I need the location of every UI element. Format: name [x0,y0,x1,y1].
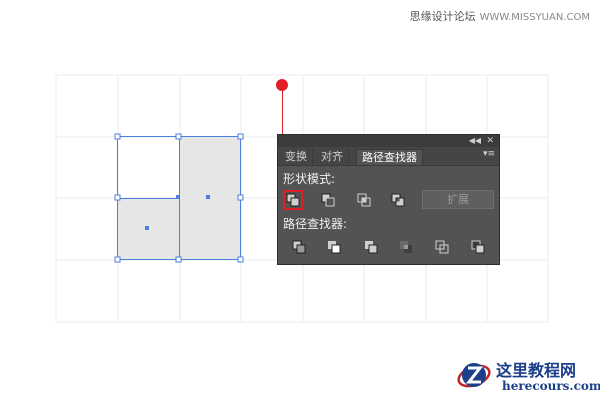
center-point-tall [206,195,210,199]
brand-name: 这里教程网 [496,361,577,380]
handle-top-mid [175,133,182,140]
tab-transform[interactable]: 变换 [280,149,313,165]
handle-top-right [237,133,244,140]
handle-top-left [114,133,121,140]
minus-front-icon [321,193,335,207]
panel-titlebar[interactable]: ◀◀ ✕ [278,135,499,147]
merge-button[interactable] [361,237,381,257]
brand-url: herecours.com [502,379,600,393]
brand-logo-icon [457,363,491,388]
close-icon[interactable]: ✕ [486,135,494,147]
handle-bottom-mid [175,256,182,263]
handle-bottom-left [114,256,121,263]
handle-bottom-right [237,256,244,263]
divide-button[interactable] [289,237,309,257]
minus-front-button[interactable] [318,190,338,210]
trim-icon [328,241,341,254]
outline-icon [435,240,449,254]
annotation-pin [276,79,288,91]
intersect-button[interactable] [354,190,374,210]
expand-button[interactable]: 扩展 [422,190,494,209]
handle-mid-right [237,194,244,201]
merge-icon [365,241,378,254]
crop-icon [400,241,412,253]
panel-tabs: 变换 对齐 路径查找器 ▾≡ [278,147,499,166]
unite-icon [286,193,300,207]
minus-back-button[interactable] [468,237,488,257]
divide-icon [292,240,306,254]
anchor-point [176,195,180,199]
brand-watermark: 这里教程网 herecours.com [456,355,600,397]
collapse-icon[interactable]: ◀◀ [469,135,481,147]
center-point-small [145,226,149,230]
unite-button[interactable] [283,190,303,210]
outline-button[interactable] [432,237,452,257]
panel-menu-icon[interactable]: ▾≡ [483,149,495,159]
pathfinders-label: 路径查找器: [283,217,348,231]
handle-mid-left [114,194,121,201]
exclude-icon [391,193,405,207]
exclude-button[interactable] [388,190,408,210]
tab-pathfinder[interactable]: 路径查找器 [356,149,423,165]
intersect-icon [357,193,371,207]
minus-back-icon [471,240,485,254]
shape-modes-label: 形状模式: [283,172,336,186]
crop-button[interactable] [396,237,416,257]
tab-align[interactable]: 对齐 [316,149,349,165]
trim-button[interactable] [324,237,344,257]
pathfinder-panel: ◀◀ ✕ 变换 对齐 路径查找器 ▾≡ 形状模式: 扩展 路径查找器: [277,134,500,265]
